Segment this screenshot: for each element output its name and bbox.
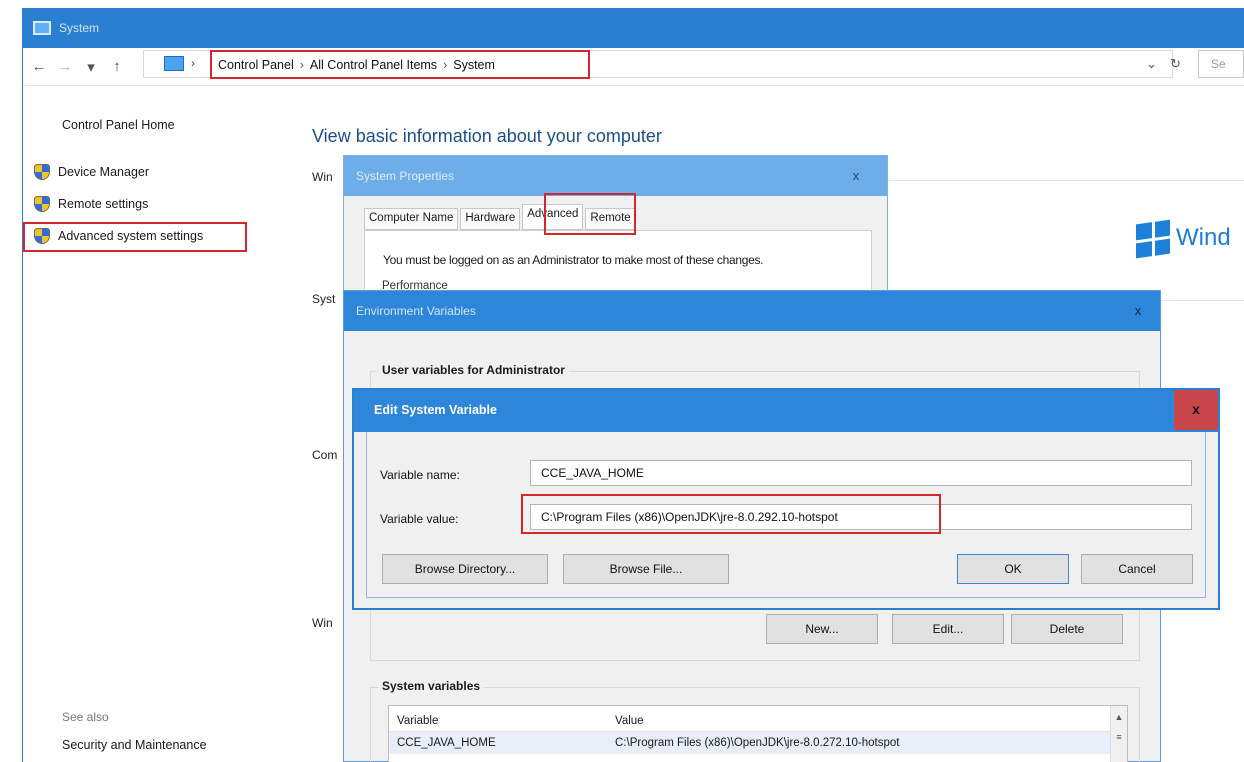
table-row[interactable]: CCE_JAVA_HOME C:\Program Files (x86)\Ope… [389,732,1127,754]
table-header: Variable Value [389,710,1127,732]
value-cell: C:\Program Files (x86)\OpenJDK\jre-8.0.2… [615,737,900,749]
dialog-title: Edit System Variable [374,403,497,417]
tab-hardware[interactable]: Hardware [460,208,521,230]
device-manager-link[interactable]: Device Manager [34,164,149,180]
column-header-variable[interactable]: Variable [389,715,611,727]
highlight-box [544,193,636,235]
breadcrumb: Control Panel › All Control Panel Items … [210,50,590,79]
system-variables-label: System variables [378,679,485,693]
dialog-title: Environment Variables [356,304,476,318]
highlight-box [23,222,247,252]
cancel-button[interactable]: Cancel [1081,554,1193,584]
tab-computer-name[interactable]: Computer Name [364,208,459,230]
browse-directory-button[interactable]: Browse Directory... [382,554,548,584]
remote-settings-label: Remote settings [58,197,149,211]
divider [880,180,1244,181]
column-header-value[interactable]: Value [611,715,1127,727]
dialog-title: System Properties [356,169,455,183]
variable-cell: CCE_JAVA_HOME [397,737,496,749]
browse-file-button[interactable]: Browse File... [563,554,729,584]
close-icon[interactable]: x [834,161,878,191]
scroll-up-icon[interactable]: ▲ [1111,712,1127,722]
see-also-heading: See also [62,710,109,724]
breadcrumb-control-panel[interactable]: Control Panel [218,58,294,72]
windows-edition-heading: Win [312,170,333,184]
variable-value-label: Variable value: [380,512,459,526]
breadcrumb-separator: › [443,57,448,72]
variable-name-field[interactable]: CCE_JAVA_HOME [530,460,1192,486]
close-icon[interactable]: x [1174,390,1218,430]
system-properties-titlebar[interactable]: System Properties [344,156,887,196]
breadcrumb-all-items[interactable]: All Control Panel Items [310,58,437,72]
ok-button[interactable]: OK [957,554,1069,584]
device-manager-label: Device Manager [58,165,150,179]
scroll-thumb[interactable]: ≡ [1111,732,1127,742]
search-input[interactable]: Se [1198,50,1244,78]
variable-name-label: Variable name: [380,468,460,482]
remote-settings-link[interactable]: Remote settings [34,196,148,212]
highlight-box [521,494,941,534]
windows-activation-heading: Win [312,616,333,630]
close-icon[interactable]: x [1116,296,1160,326]
shield-icon [34,164,50,180]
breadcrumb-separator: › [299,57,304,72]
windows-logo-icon [1136,219,1170,259]
system-icon [33,21,51,35]
control-panel-home-link[interactable]: Control Panel Home [62,118,175,132]
computer-icon [164,56,184,71]
address-dropdown-icon[interactable]: ⌄ [1146,56,1157,72]
refresh-icon[interactable]: ↻ [1170,56,1181,72]
window-title: System [59,21,100,35]
system-heading: Syst [312,292,336,306]
table-scrollbar[interactable]: ▲ ≡ [1110,706,1127,762]
back-arrow-icon[interactable]: ← [31,58,47,75]
recent-locations-chevron-icon[interactable]: ▾ [83,58,99,76]
edit-user-variable-button[interactable]: Edit... [892,614,1004,644]
delete-user-variable-button[interactable]: Delete [1011,614,1123,644]
forward-arrow-icon[interactable]: → [57,58,73,75]
windows-brand-text: Wind [1176,224,1231,251]
breadcrumb-system[interactable]: System [453,58,495,72]
system-variables-table: Variable Value CCE_JAVA_HOME C:\Program … [388,705,1128,762]
computer-name-heading: Com [312,448,338,462]
user-variables-label: User variables for Administrator [378,363,569,377]
shield-icon [34,196,50,212]
new-user-variable-button[interactable]: New... [766,614,878,644]
address-separator: › [191,56,195,70]
environment-variables-titlebar[interactable]: Environment Variables [344,291,1160,331]
up-arrow-icon[interactable]: ↑ [109,58,125,75]
edit-system-variable-titlebar[interactable]: Edit System Variable [354,390,1218,432]
page-title: View basic information about your comput… [312,126,662,146]
admin-notice: You must be logged on as an Administrato… [383,253,764,267]
system-window-titlebar[interactable]: System [23,8,1244,48]
security-maintenance-link[interactable]: Security and Maintenance [62,738,207,752]
